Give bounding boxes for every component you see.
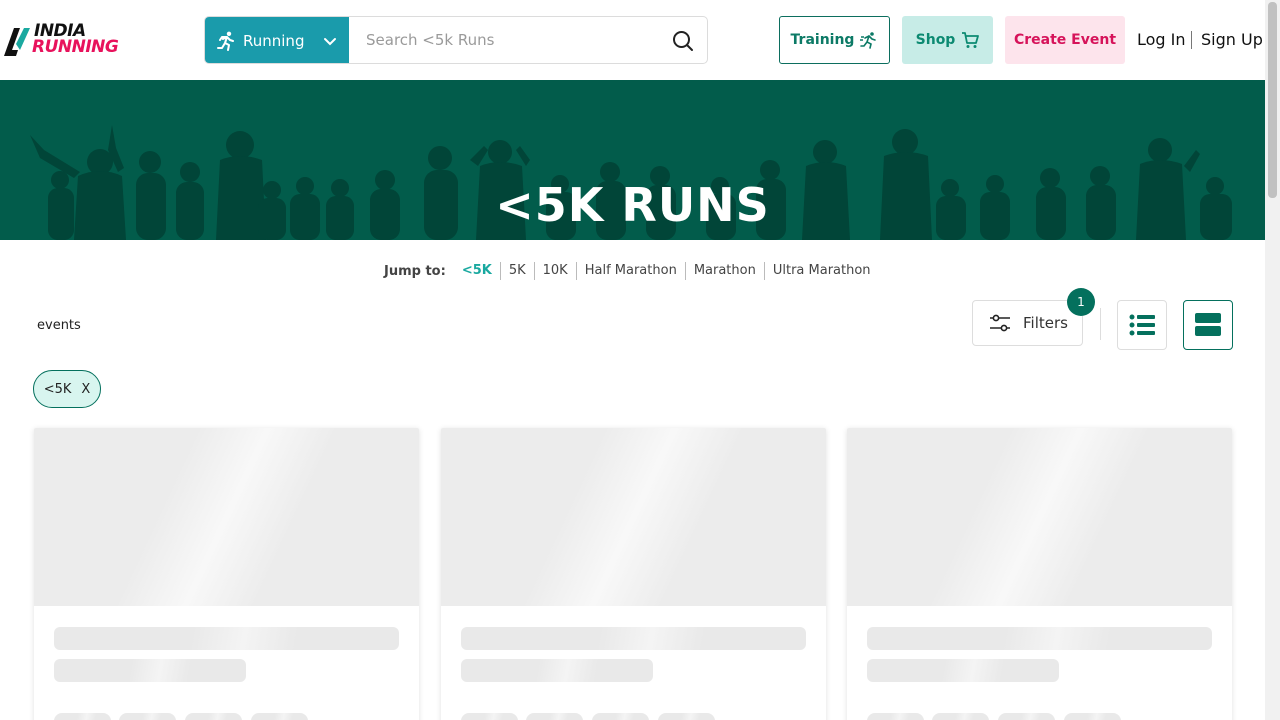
event-card-skeleton (441, 428, 826, 720)
card-tag-placeholder (54, 713, 111, 720)
card-title-placeholder (867, 627, 1212, 650)
site-header: INDIA RUNNING Running Training (0, 0, 1265, 80)
card-image-placeholder (847, 428, 1232, 606)
jump-link-ultra-marathon[interactable]: Ultra Marathon (763, 262, 879, 280)
card-tag-placeholder (461, 713, 518, 720)
chevron-down-icon (324, 38, 336, 46)
cart-icon (962, 32, 980, 48)
card-tag-placeholder (998, 713, 1055, 720)
card-title-placeholder (54, 627, 399, 650)
card-view-icon (1195, 313, 1221, 336)
sport-dropdown-value: Running (243, 32, 305, 50)
card-title-placeholder (461, 627, 806, 650)
chip-label: <5K (43, 381, 72, 397)
card-image-placeholder (441, 428, 826, 606)
card-tag-placeholder (251, 713, 308, 720)
card-tag-placeholder (658, 713, 715, 720)
login-link[interactable]: Log In (1137, 30, 1186, 49)
auth-divider (1191, 31, 1192, 49)
search-icon[interactable] (671, 29, 695, 53)
jump-link-marathon[interactable]: Marathon (684, 262, 764, 280)
card-tag-placeholder (592, 713, 649, 720)
sliders-icon (990, 314, 1010, 332)
card-view-toggle[interactable] (1183, 300, 1233, 350)
logo-mark-icon (4, 28, 30, 56)
shop-button-label: Shop (915, 32, 956, 48)
jump-link-10k[interactable]: 10K (533, 262, 576, 280)
signup-link[interactable]: Sign Up (1201, 30, 1263, 49)
toolbar-divider (1100, 308, 1101, 340)
list-view-toggle[interactable] (1117, 300, 1167, 350)
search-bar: Running (204, 16, 708, 64)
card-image-placeholder (34, 428, 419, 606)
event-card-skeleton (34, 428, 419, 720)
filters-button[interactable]: Filters (972, 300, 1083, 346)
jump-to-nav: Jump to: <5K 5K 10K Half Marathon Marath… (384, 262, 879, 280)
card-tag-placeholder (526, 713, 583, 720)
scrollbar-thumb[interactable] (1268, 2, 1277, 198)
logo-text-running: RUNNING (32, 37, 119, 57)
filters-button-label: Filters (1023, 314, 1068, 332)
runner-icon (217, 31, 234, 51)
jump-to-label: Jump to: (384, 263, 446, 279)
card-subtitle-placeholder (867, 659, 1059, 682)
hero-banner: <5K RUNS (0, 80, 1265, 240)
sport-dropdown[interactable]: Running (205, 17, 349, 63)
training-button[interactable]: Training (779, 16, 890, 64)
events-count-label: events (37, 318, 81, 333)
card-tag-placeholder (867, 713, 924, 720)
jump-link-under-5k[interactable]: <5K (462, 262, 500, 280)
create-event-button-label: Create Event (1013, 32, 1117, 48)
card-tag-placeholder (932, 713, 989, 720)
card-subtitle-placeholder (461, 659, 653, 682)
card-tag-placeholder (119, 713, 176, 720)
training-button-label: Training (790, 32, 855, 48)
card-subtitle-placeholder (54, 659, 246, 682)
card-tag-placeholder (1064, 713, 1121, 720)
jump-link-half-marathon[interactable]: Half Marathon (575, 262, 685, 280)
jump-link-5k[interactable]: 5K (499, 262, 534, 280)
shop-button[interactable]: Shop (902, 16, 993, 64)
page-title: <5K RUNS (495, 178, 770, 232)
active-filter-chip[interactable]: <5K X (33, 370, 101, 408)
running-sprint-icon (860, 32, 877, 49)
card-tag-placeholder (185, 713, 242, 720)
chip-remove-icon[interactable]: X (81, 382, 90, 397)
search-input[interactable] (349, 17, 659, 63)
event-card-skeleton (847, 428, 1232, 720)
filter-count-badge: 1 (1067, 288, 1095, 316)
list-view-icon (1129, 314, 1155, 336)
create-event-button[interactable]: Create Event (1005, 16, 1125, 64)
page-scrollbar[interactable] (1265, 0, 1280, 720)
india-running-logo[interactable]: INDIA RUNNING (2, 22, 128, 58)
